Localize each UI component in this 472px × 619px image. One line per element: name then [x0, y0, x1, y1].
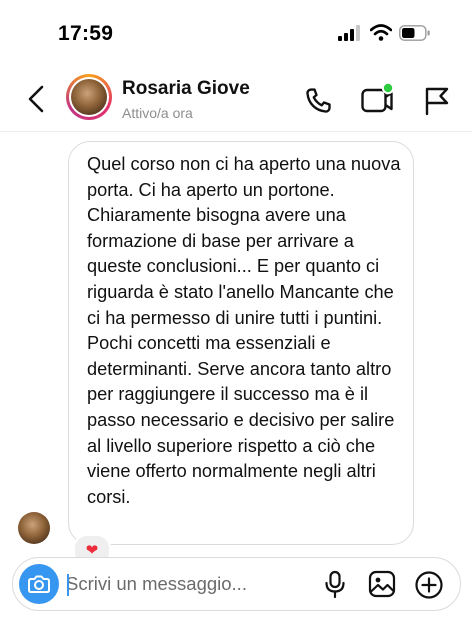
camera-button[interactable]: [19, 564, 59, 604]
avatar-photo: [71, 79, 107, 115]
flag-icon[interactable]: [424, 86, 450, 116]
presence-status: Attivo/a ora: [122, 105, 193, 121]
contact-name[interactable]: Rosaria Giove: [122, 78, 250, 100]
microphone-icon[interactable]: [323, 570, 347, 600]
message-composer: [12, 557, 461, 611]
video-call-icon[interactable]: [360, 82, 396, 116]
cellular-signal-icon: [338, 25, 360, 41]
reaction-emoji: ❤: [85, 541, 99, 559]
chat-header: Rosaria Giove Attivo/a ora: [0, 66, 472, 130]
phone-icon[interactable]: [303, 86, 333, 116]
sender-avatar[interactable]: [18, 512, 50, 544]
wifi-icon: [370, 24, 392, 41]
status-time: 17:59: [58, 22, 114, 45]
status-bar: 17:59: [0, 0, 472, 66]
chevron-left-icon[interactable]: [26, 84, 46, 114]
header-divider: [0, 131, 472, 132]
camera-icon: [28, 575, 50, 593]
plus-circle-icon[interactable]: [414, 570, 444, 600]
image-icon[interactable]: [368, 570, 396, 598]
text-caret: [67, 574, 69, 596]
message-bubble[interactable]: Quel corso non ci ha aperto una nuova po…: [68, 141, 414, 545]
contact-avatar[interactable]: [66, 74, 112, 120]
message-input[interactable]: [66, 564, 306, 604]
battery-icon: [399, 25, 430, 41]
message-text: Quel corso non ci ha aperto una nuova po…: [87, 154, 401, 507]
